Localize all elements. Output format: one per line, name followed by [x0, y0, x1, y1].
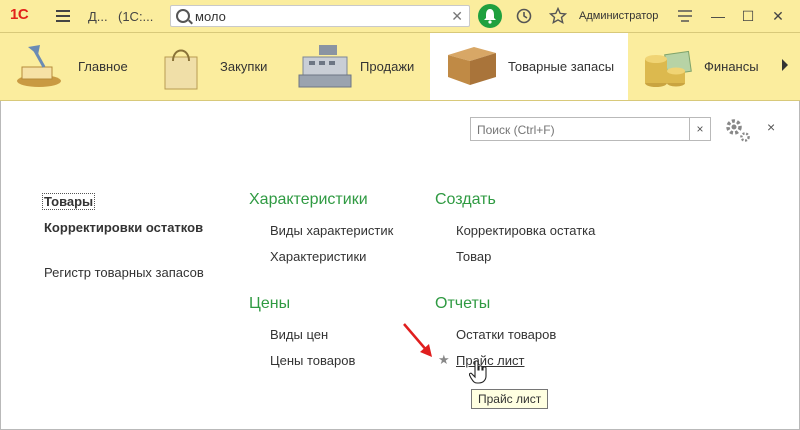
group-create-title: Создать [435, 191, 496, 208]
tooltip: Прайс лист [471, 389, 549, 409]
close-window-icon[interactable]: ✕ [768, 6, 788, 26]
settings-menu-icon[interactable] [676, 7, 694, 25]
favorites-star-icon[interactable] [548, 6, 568, 25]
link-create-product[interactable]: Товар [456, 249, 491, 264]
global-search-input[interactable]: моло ✕ [170, 5, 470, 27]
app-logo: 1С [10, 6, 29, 23]
coins-icon [645, 50, 692, 87]
section-main[interactable]: Главное [0, 33, 145, 100]
link-characteristics[interactable]: Характеристики [270, 249, 366, 264]
global-search-value: моло [195, 9, 226, 24]
section-sales-label: Продажи [360, 59, 415, 74]
link-report-stock[interactable]: Остатки товаров [456, 327, 556, 342]
section-purchases-label: Закупки [220, 59, 268, 74]
cash-register-icon [298, 45, 352, 88]
link-product-prices[interactable]: Цены товаров [270, 353, 355, 368]
link-report-price-list[interactable]: Прайс лист [456, 353, 524, 368]
link-inventory-register[interactable]: Регистр товарных запасов [44, 265, 204, 280]
link-price-types[interactable]: Виды цен [270, 327, 328, 342]
global-search-clear-icon[interactable]: ✕ [451, 8, 463, 25]
group-prices-title: Цены [249, 295, 291, 312]
link-characteristic-types[interactable]: Виды характеристик [270, 223, 393, 238]
link-products[interactable]: Товары [41, 193, 96, 210]
minimize-icon[interactable]: — [708, 6, 728, 26]
desk-lamp-icon [17, 45, 61, 87]
section-main-label: Главное [78, 59, 128, 74]
group-reports-title: Отчеты [435, 295, 491, 312]
section-sales[interactable]: Продажи [285, 33, 430, 100]
window-title-app: (1С:... [118, 9, 154, 24]
box-icon [448, 47, 496, 85]
section-inventory[interactable]: Товарные запасы [430, 33, 628, 100]
title-bar: 1С Д... (1С:... моло ✕ Администратор — ☐… [0, 0, 800, 33]
panel-search-clear-button[interactable]: × [689, 117, 711, 141]
maximize-icon[interactable]: ☐ [738, 6, 758, 26]
hand-cursor-icon [469, 360, 487, 384]
current-user[interactable]: Администратор [579, 10, 658, 22]
favorite-star-icon[interactable]: ★ [438, 352, 450, 368]
shopping-bag-icon [164, 49, 198, 90]
section-inventory-label: Товарные запасы [508, 59, 615, 74]
panel-search-input[interactable] [475, 119, 679, 141]
link-stock-adjustments[interactable]: Корректировки остатков [44, 220, 203, 235]
section-purchases[interactable]: Закупки [145, 33, 285, 100]
panel-search-field[interactable] [470, 117, 690, 141]
window-title-short: Д... [88, 9, 108, 24]
section-finance-label: Финансы [704, 59, 759, 74]
notifications-bell-icon[interactable] [478, 4, 502, 28]
close-panel-icon[interactable]: × [767, 119, 775, 135]
main-menu-icon[interactable] [56, 10, 70, 22]
history-icon[interactable] [515, 7, 533, 25]
link-create-stock-adjustment[interactable]: Корректировка остатка [456, 223, 595, 238]
gear-icon[interactable] [724, 117, 752, 143]
search-icon [176, 9, 190, 23]
annotation-arrow-icon [403, 323, 432, 357]
group-characteristics-title: Характеристики [249, 191, 368, 208]
sections-scroll-right-icon[interactable] [782, 59, 788, 71]
sections-panel: Главное Закупки Продажи Товарные запасы [0, 33, 800, 101]
section-finance[interactable]: Финансы [628, 33, 778, 100]
